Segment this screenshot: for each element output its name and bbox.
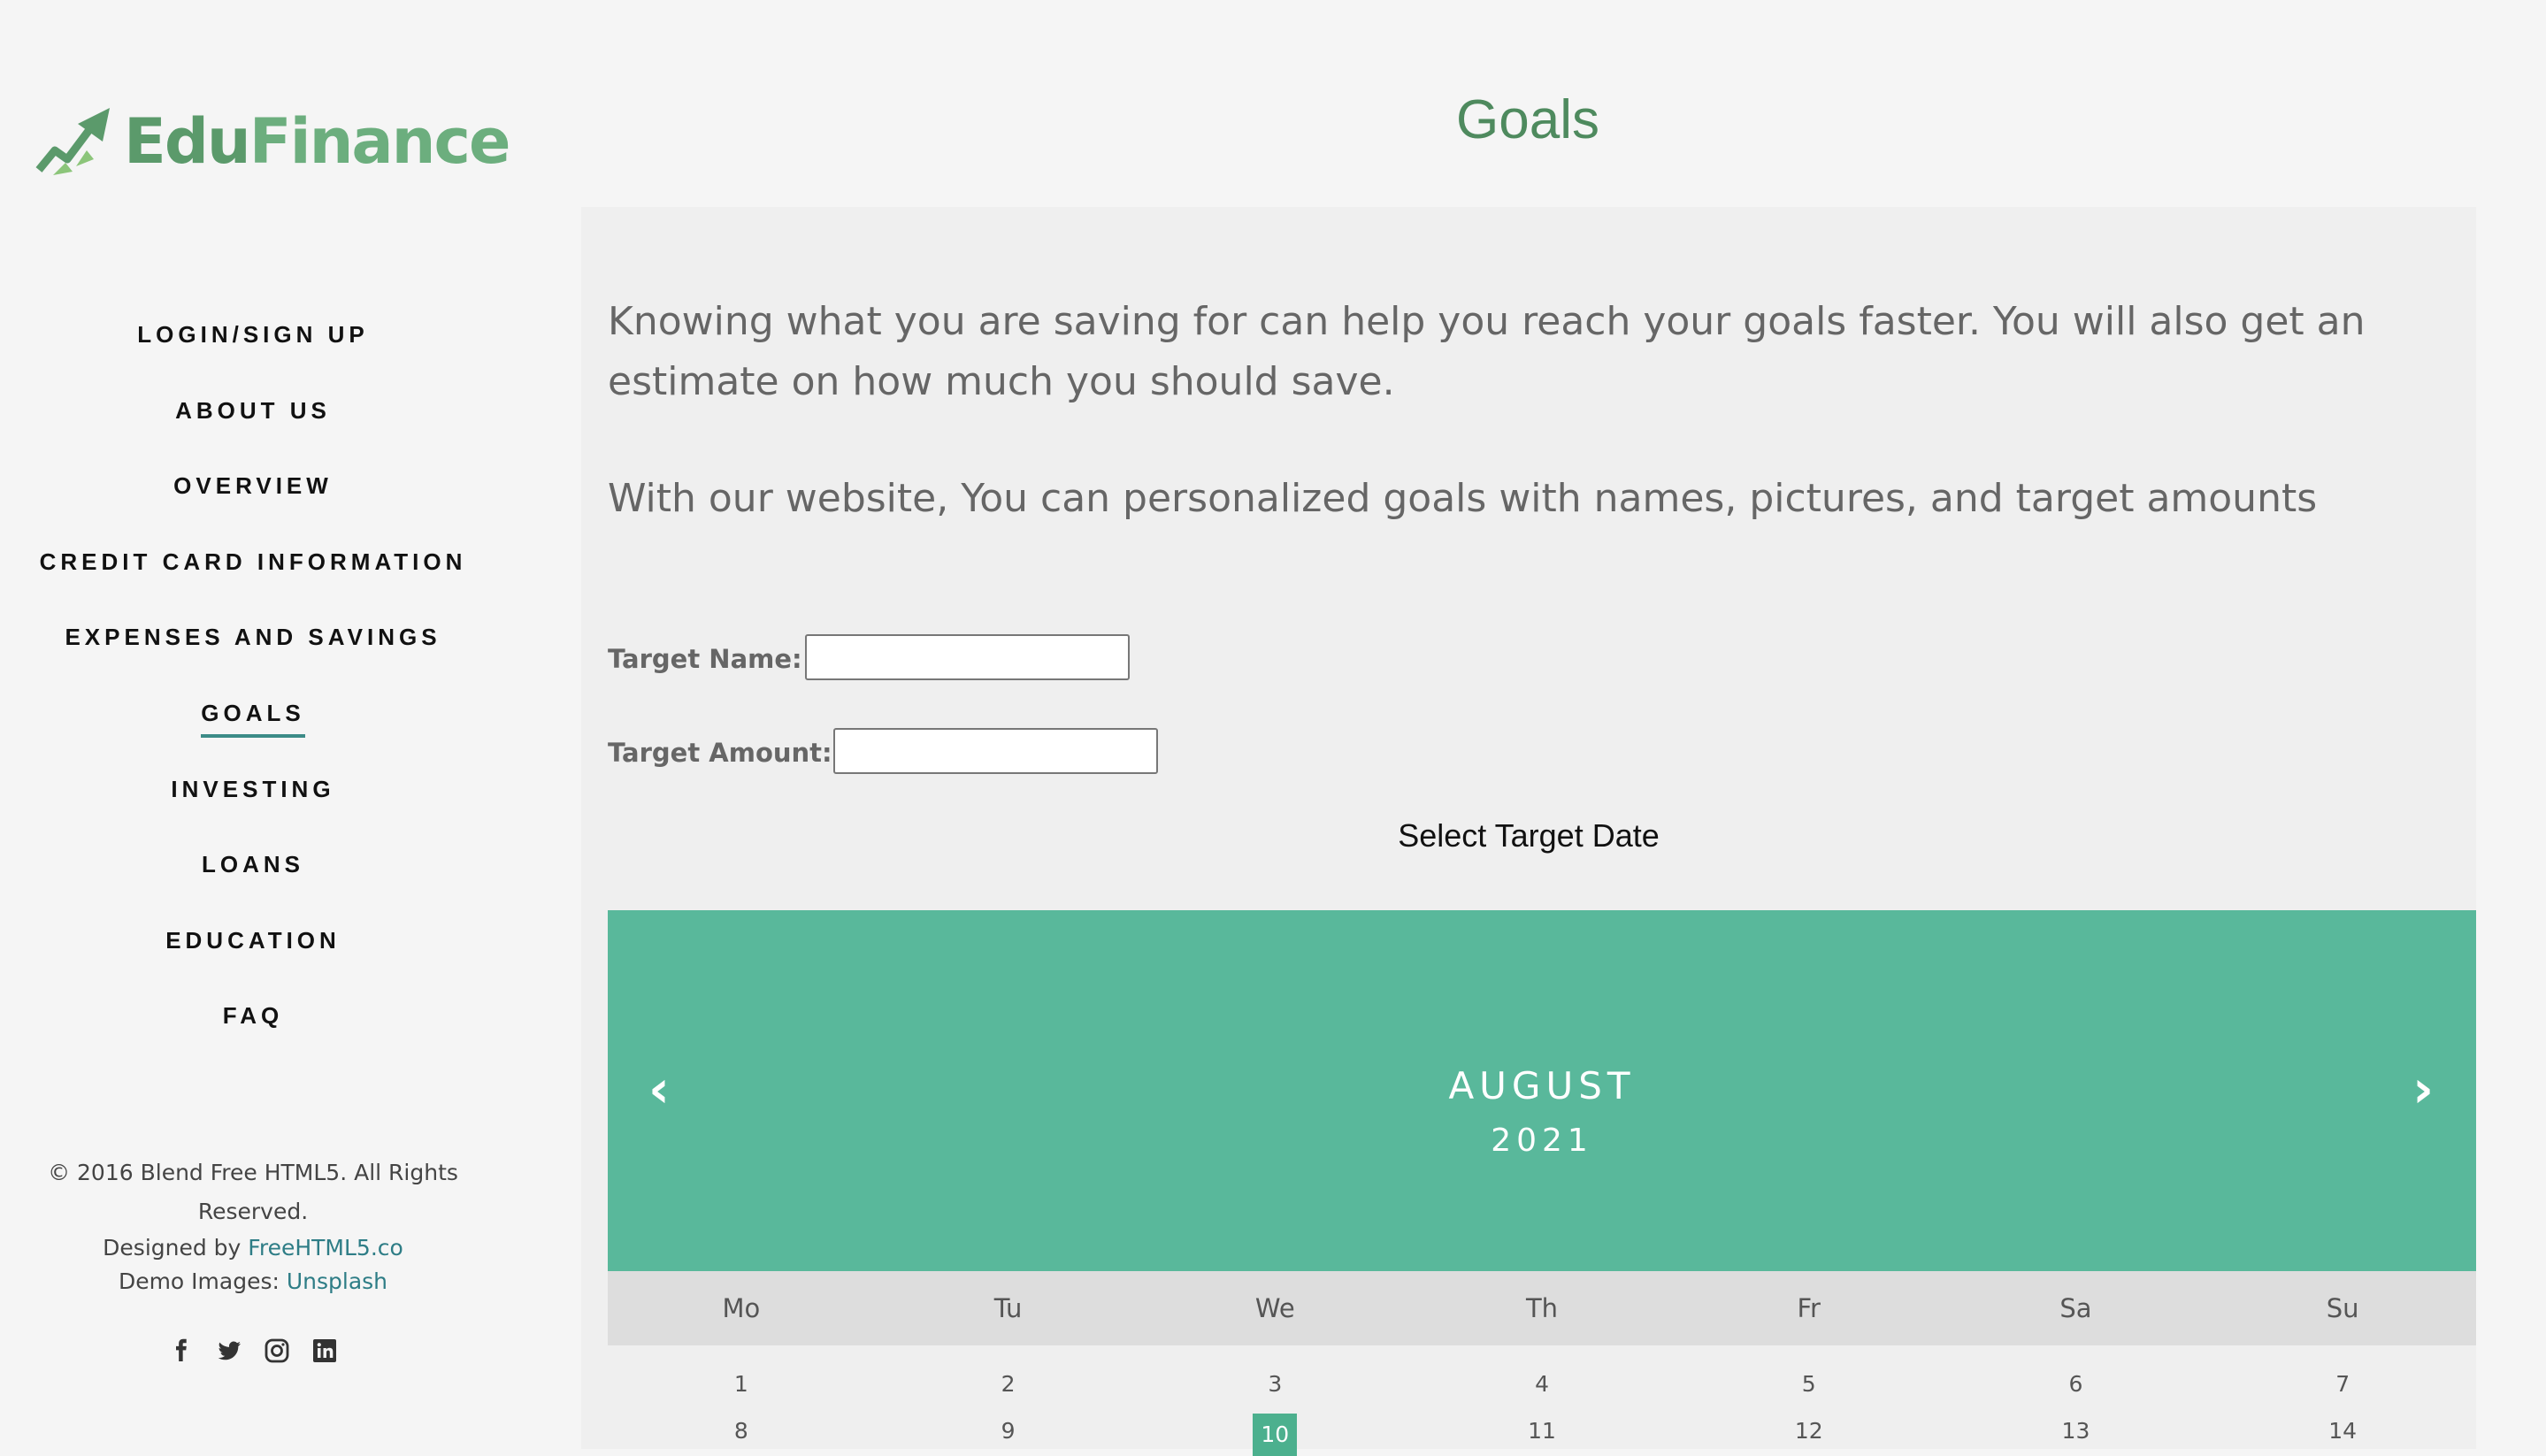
nav-item-faq[interactable]: FAQ <box>0 992 506 1069</box>
nav-label: FAQ <box>222 1002 284 1030</box>
nav-item-about-us[interactable]: ABOUT US <box>0 387 506 464</box>
page-title: Goals <box>1456 89 1599 150</box>
nav-label: EXPENSES AND SAVINGS <box>65 624 441 651</box>
calendar-day[interactable]: 11 <box>1408 1414 1676 1456</box>
calendar-day[interactable]: 1 <box>608 1367 875 1402</box>
growth-arrow-icon <box>35 108 110 175</box>
intro-paragraph: Knowing what you are saving for can help… <box>608 299 2366 404</box>
target-name-input[interactable] <box>805 634 1130 680</box>
nav-label: EDUCATION <box>165 926 341 954</box>
calendar-day-selected[interactable]: 10 <box>1141 1414 1408 1456</box>
calendar-day[interactable]: 2 <box>875 1367 1142 1402</box>
nav-label: ABOUT US <box>175 396 331 424</box>
target-name-label: Target Name: <box>608 644 802 674</box>
calendar-day[interactable]: 7 <box>2209 1367 2476 1402</box>
calendar-day[interactable]: 8 <box>608 1414 875 1456</box>
nav-label: INVESTING <box>171 775 335 802</box>
next-month-button[interactable]: › <box>2412 1059 2434 1119</box>
select-target-date-label: Select Target Date <box>1398 817 1660 854</box>
twitter-icon[interactable] <box>216 1337 242 1364</box>
designed-by-prefix: Designed by <box>103 1235 249 1261</box>
nav-label: OVERVIEW <box>173 472 333 500</box>
weekday-label: We <box>1254 1293 1295 1323</box>
linkedin-icon[interactable] <box>311 1337 338 1364</box>
brand-name-part2: Finance <box>249 105 511 178</box>
instagram-icon[interactable] <box>264 1337 290 1364</box>
calendar-day[interactable]: 12 <box>1676 1414 1943 1456</box>
nav-item-login-signup[interactable]: LOGIN/SIGN UP <box>0 311 506 387</box>
calendar-year: 2021 <box>1491 1123 1593 1159</box>
nav-item-overview[interactable]: OVERVIEW <box>0 463 506 539</box>
freehtml5-link[interactable]: FreeHTML5.co <box>248 1235 403 1261</box>
main-nav: LOGIN/SIGN UP ABOUT US OVERVIEW CREDIT C… <box>0 311 506 1069</box>
calendar-header: ‹ AUGUST 2021 › <box>608 910 2476 1271</box>
calendar-weekdays: Mo Tu We Th Fr Sa Su <box>608 1271 2476 1345</box>
designed-by-line: Designed by FreeHTML5.co <box>0 1231 506 1265</box>
weekday-label: Th <box>1525 1293 1559 1323</box>
weekday-label: Su <box>2326 1293 2359 1323</box>
nav-item-goals[interactable]: GOALS <box>0 690 506 766</box>
sidebar: EduFinance LOGIN/SIGN UP ABOUT US OVERVI… <box>0 0 511 1449</box>
weekday-label: Fr <box>1797 1293 1821 1323</box>
nav-item-credit-card-information[interactable]: CREDIT CARD INFORMATION <box>0 539 506 615</box>
goals-content-panel: Knowing what you are saving for can help… <box>581 207 2476 1456</box>
weekday-label: Mo <box>722 1293 761 1323</box>
calendar-day[interactable]: 4 <box>1408 1367 1676 1402</box>
copyright-text: © 2016 Blend Free HTML5. All Rights Rese… <box>48 1160 458 1224</box>
selected-day-label: 10 <box>1253 1414 1298 1456</box>
target-amount-input[interactable] <box>833 728 1158 774</box>
nav-item-loans[interactable]: LOANS <box>0 841 506 917</box>
brand-name-part1: Edu <box>124 105 251 178</box>
unsplash-link[interactable]: Unsplash <box>287 1268 387 1294</box>
calendar-day[interactable]: 13 <box>1943 1414 2210 1456</box>
weekday-label: Tu <box>993 1293 1023 1323</box>
brand-logo[interactable]: EduFinance <box>35 104 511 179</box>
nav-label: LOANS <box>202 851 304 878</box>
demo-images-prefix: Demo Images: <box>118 1268 287 1294</box>
intro-paragraph-2: With our website, You can personalized g… <box>608 476 2318 521</box>
nav-label: CREDIT CARD INFORMATION <box>39 548 467 575</box>
nav-item-investing[interactable]: INVESTING <box>0 766 506 842</box>
nav-label: LOGIN/SIGN UP <box>137 321 369 348</box>
calendar-day[interactable]: 9 <box>875 1414 1142 1456</box>
nav-label: GOALS <box>201 694 305 738</box>
demo-images-line: Demo Images: Unsplash <box>0 1265 506 1299</box>
calendar-day[interactable]: 6 <box>1943 1367 2210 1402</box>
nav-item-education[interactable]: EDUCATION <box>0 917 506 993</box>
social-links <box>0 1337 506 1364</box>
calendar-week-row: 8 9 10 11 12 13 14 <box>608 1414 2476 1456</box>
calendar-day[interactable]: 14 <box>2209 1414 2476 1456</box>
nav-item-expenses-and-savings[interactable]: EXPENSES AND SAVINGS <box>0 614 506 690</box>
target-amount-label: Target Amount: <box>608 738 832 768</box>
calendar-week-row: 1 2 3 4 5 6 7 <box>608 1367 2476 1402</box>
facebook-icon[interactable] <box>168 1337 195 1364</box>
brand-name: EduFinance <box>124 105 511 178</box>
sidebar-footer: © 2016 Blend Free HTML5. All Rights Rese… <box>0 1153 506 1299</box>
weekday-label: Sa <box>2059 1293 2092 1323</box>
calendar-day[interactable]: 3 <box>1141 1367 1408 1402</box>
calendar-month: AUGUST <box>1448 1064 1636 1107</box>
calendar-day[interactable]: 5 <box>1676 1367 1943 1402</box>
